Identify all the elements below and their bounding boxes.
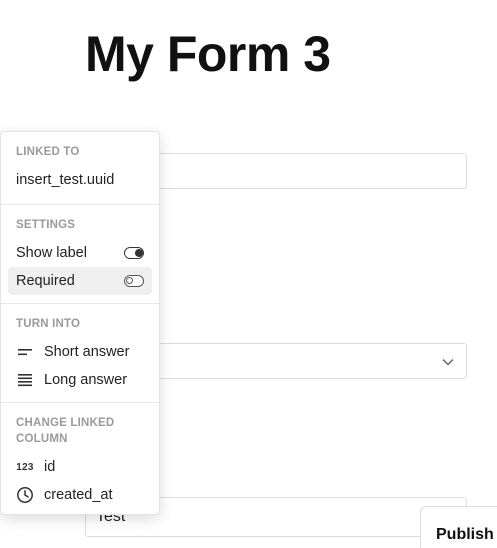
long-answer-label: Long answer [44,372,128,388]
form-title[interactable]: My Form 3 [85,24,331,84]
number-icon: 123 [16,461,34,473]
number-icon: 123 [16,514,34,515]
form-editor-page: My Form 3 lest Test Publish LINKED TO in… [0,0,497,548]
column-item-int8[interactable]: 123 int8 [8,509,152,515]
show-label-toggle[interactable] [124,247,144,259]
required-toggle[interactable] [124,275,144,287]
show-label-toggle-item[interactable]: Show label [8,239,152,267]
turn-into-section: TURN INTO Short answer Long answer [1,304,159,403]
column-label-created-at: created_at [44,487,113,503]
short-answer-label: Short answer [44,344,130,360]
field-options-menu: LINKED TO insert_test.uuid SETTINGS Show… [0,131,160,515]
column-item-id[interactable]: 123 id [8,453,152,481]
turn-into-short-answer[interactable]: Short answer [8,338,152,366]
show-label-text: Show label [16,245,87,261]
section-label-change-linked-column: CHANGE LINKED COLUMN [16,417,115,445]
linked-to-section: LINKED TO insert_test.uuid [1,132,159,205]
turn-into-long-answer[interactable]: Long answer [8,366,152,394]
chevron-down-icon [440,354,456,370]
column-item-created-at[interactable]: created_at [8,481,152,509]
change-linked-column-section: CHANGE LINKED COLUMN 123 id created_at 1… [1,403,159,515]
long-answer-icon [16,371,34,389]
section-label-settings: SETTINGS [16,219,76,231]
settings-section: SETTINGS Show label Required [1,205,159,304]
section-label-turn-into: TURN INTO [16,318,81,330]
required-text: Required [16,273,75,289]
publish-button[interactable]: Publish [420,506,497,548]
required-toggle-item[interactable]: Required [8,267,152,295]
column-label-id: id [44,459,56,475]
linked-column-value: insert_test.uuid [16,172,115,188]
short-answer-icon [16,343,34,361]
section-label-linked-to: LINKED TO [16,146,80,158]
clock-icon [16,486,34,504]
